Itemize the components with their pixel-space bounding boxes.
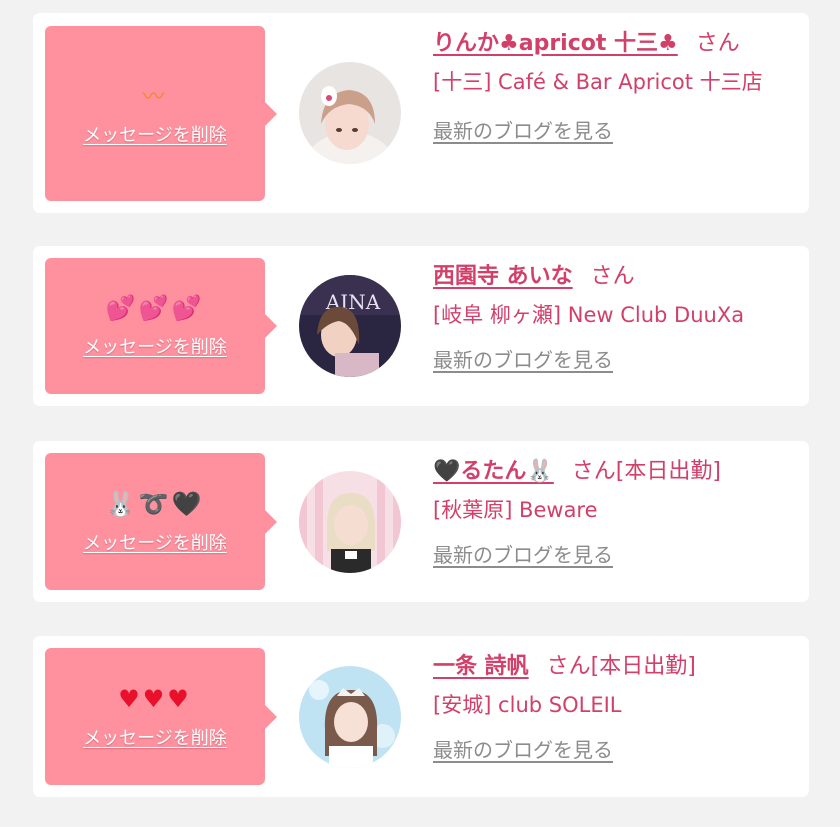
delete-message-button[interactable]: メッセージを削除 xyxy=(83,333,227,359)
shop-name: [岐阜 柳ヶ瀬] New Club DuuXa xyxy=(433,303,745,327)
profile-photo-rutan xyxy=(299,470,401,573)
profile-info: 🖤るたん🐰 さん[本日出勤] [秋葉原] Beware 最新のブログを見る xyxy=(433,457,795,568)
honorific: さん[本日出勤] xyxy=(571,459,721,484)
message-bubble: 〰 メッセージを削除 xyxy=(45,26,277,201)
profile-name-link[interactable]: 一条 詩帆 xyxy=(433,654,529,679)
shop-name: [安城] club SOLEIL xyxy=(433,693,622,717)
delete-message-button[interactable]: メッセージを削除 xyxy=(83,121,227,147)
profile-photo-aina: AINA xyxy=(299,275,401,377)
profile-name-link[interactable]: りんか♣apricot 十三♣ xyxy=(433,31,678,56)
message-bubble: 🐰➰🖤 メッセージを削除 xyxy=(45,453,277,590)
latest-blog-link[interactable]: 最新のブログを見る xyxy=(433,344,613,373)
honorific: さん[本日出勤] xyxy=(546,654,696,679)
latest-blog-link[interactable]: 最新のブログを見る xyxy=(433,539,613,568)
profile-photo-rinka xyxy=(299,62,401,164)
avatar[interactable] xyxy=(299,62,401,164)
shop-name: [十三] Café & Bar Apricot 十三店 xyxy=(433,70,763,94)
message-card: 💕💕💕 メッセージを削除 AINA 西園寺 あいな さん [岐阜 柳ヶ瀬] New… xyxy=(33,246,809,406)
name-line: りんか♣apricot 十三♣ さん xyxy=(433,29,795,59)
message-bubble: 💕💕💕 メッセージを削除 xyxy=(45,258,277,394)
name-line: 一条 詩帆 さん[本日出勤] xyxy=(433,652,795,682)
shop-name: [秋葉原] Beware xyxy=(433,498,598,522)
latest-blog-link[interactable]: 最新のブログを見る xyxy=(433,734,613,763)
profile-name-link[interactable]: 西園寺 あいな xyxy=(433,264,573,289)
profile-info: 西園寺 あいな さん [岐阜 柳ヶ瀬] New Club DuuXa 最新のブログ… xyxy=(433,262,795,373)
rabbit-loop-heart-icon: 🐰➰🖤 xyxy=(105,489,205,518)
red-hearts-icon: ♥♥♥ xyxy=(118,684,192,713)
pink-hearts-icon: 💕💕💕 xyxy=(105,294,205,322)
latest-blog-link[interactable]: 最新のブログを見る xyxy=(433,115,613,144)
name-line: 西園寺 あいな さん xyxy=(433,262,795,292)
avatar[interactable]: AINA xyxy=(299,275,401,377)
message-list: 〰 メッセージを削除 りんか♣apricot 十三♣ さん [十三] Café &… xyxy=(0,0,840,827)
honorific: さん xyxy=(590,264,635,289)
delete-message-button[interactable]: メッセージを削除 xyxy=(83,724,227,750)
message-card: 〰 メッセージを削除 りんか♣apricot 十三♣ さん [十三] Café &… xyxy=(33,13,809,213)
honorific: さん xyxy=(695,31,740,56)
profile-name-link[interactable]: 🖤るたん🐰 xyxy=(433,459,554,484)
message-bubble: ♥♥♥ メッセージを削除 xyxy=(45,648,277,785)
avatar[interactable] xyxy=(299,665,401,768)
name-line: 🖤るたん🐰 さん[本日出勤] xyxy=(433,457,795,487)
orange-squiggle-icon: 〰 xyxy=(142,84,168,110)
avatar[interactable] xyxy=(299,470,401,573)
profile-info: 一条 詩帆 さん[本日出勤] [安城] club SOLEIL 最新のブログを見る xyxy=(433,652,795,763)
message-card: ♥♥♥ メッセージを削除 一条 詩帆 さん[本日出勤] [安城] club SOL… xyxy=(33,636,809,797)
profile-info: りんか♣apricot 十三♣ さん [十三] Café & Bar Aprico… xyxy=(433,29,795,144)
profile-photo-shiho xyxy=(299,665,401,768)
delete-message-button[interactable]: メッセージを削除 xyxy=(83,529,227,555)
message-card: 🐰➰🖤 メッセージを削除 🖤るたん🐰 さん[本日出勤] [秋葉原] Beware xyxy=(33,441,809,602)
